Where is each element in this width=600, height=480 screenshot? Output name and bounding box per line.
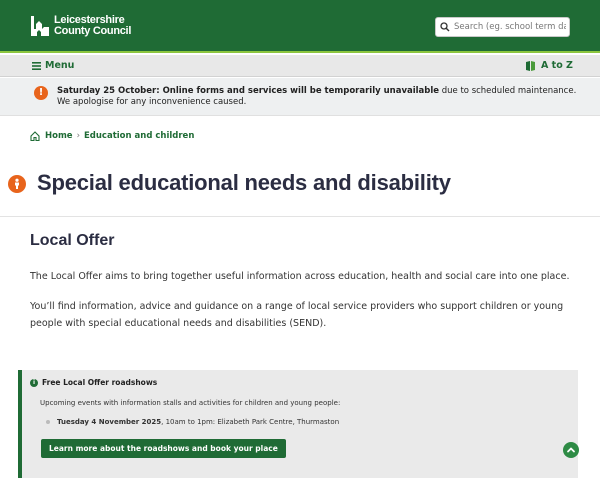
alert-icon: ! — [34, 86, 48, 100]
chevron-right-icon: › — [76, 131, 80, 141]
alert-text: Saturday 25 October: Online forms and se… — [57, 86, 577, 108]
logo-text: Leicestershire County Council — [54, 15, 131, 37]
page-title: Special educational needs and disability — [37, 170, 451, 195]
event-text: Tuesday 4 November 2025, 10am to 1pm: El… — [57, 418, 339, 426]
event-item: Tuesday 4 November 2025, 10am to 1pm: El… — [46, 418, 339, 426]
title-divider — [0, 216, 600, 217]
breadcrumb: Home › Education and children — [30, 131, 194, 141]
menu-button[interactable]: Menu — [32, 60, 74, 71]
search-input[interactable] — [454, 22, 566, 32]
callout-title: Free Local Offer roadshows — [42, 378, 158, 387]
breadcrumb-current[interactable]: Education and children — [84, 131, 194, 141]
council-logo[interactable]: Leicestershire County Council — [30, 14, 131, 38]
logo-icon — [31, 16, 49, 36]
roadshows-callout: i Free Local Offer roadshows Upcoming ev… — [18, 370, 578, 478]
home-icon[interactable] — [30, 131, 40, 141]
title-row: Special educational needs and disability — [0, 166, 600, 204]
back-to-top-button[interactable] — [563, 442, 579, 458]
event-date: Tuesday 4 November 2025 — [57, 418, 162, 426]
info-icon: i — [30, 378, 38, 387]
atoz-label: A to Z — [541, 60, 573, 71]
atoz-button[interactable]: A to Z — [526, 60, 573, 71]
event-detail: , 10am to 1pm: Elizabeth Park Centre, Th… — [161, 418, 340, 426]
callout-heading: i Free Local Offer roadshows — [30, 378, 157, 387]
menu-icon — [32, 61, 41, 70]
site-header: Leicestershire County Council — [0, 0, 600, 53]
description-paragraph: You’ll find information, advice and guid… — [30, 301, 564, 329]
search-icon[interactable] — [440, 22, 450, 32]
maintenance-alert: ! Saturday 25 October: Online forms and … — [0, 78, 600, 116]
menu-label: Menu — [45, 60, 75, 71]
breadcrumb-home[interactable]: Home — [45, 131, 73, 141]
callout-subtitle: Upcoming events with information stalls … — [40, 399, 341, 407]
intro-paragraph: The Local Offer aims to bring together u… — [30, 271, 570, 282]
book-icon — [526, 60, 535, 71]
roadshows-button[interactable]: Learn more about the roadshows and book … — [41, 439, 286, 458]
section-title: Local Offer — [30, 232, 115, 249]
logo-line-2: County Council — [54, 25, 132, 37]
search-box — [435, 17, 570, 37]
section-icon — [8, 175, 26, 193]
alert-bold-text: Saturday 25 October: Online forms and se… — [57, 86, 440, 96]
bullet-icon — [46, 420, 50, 424]
back-to-top-icon — [567, 447, 575, 453]
nav-bar: Menu A to Z — [0, 55, 600, 77]
